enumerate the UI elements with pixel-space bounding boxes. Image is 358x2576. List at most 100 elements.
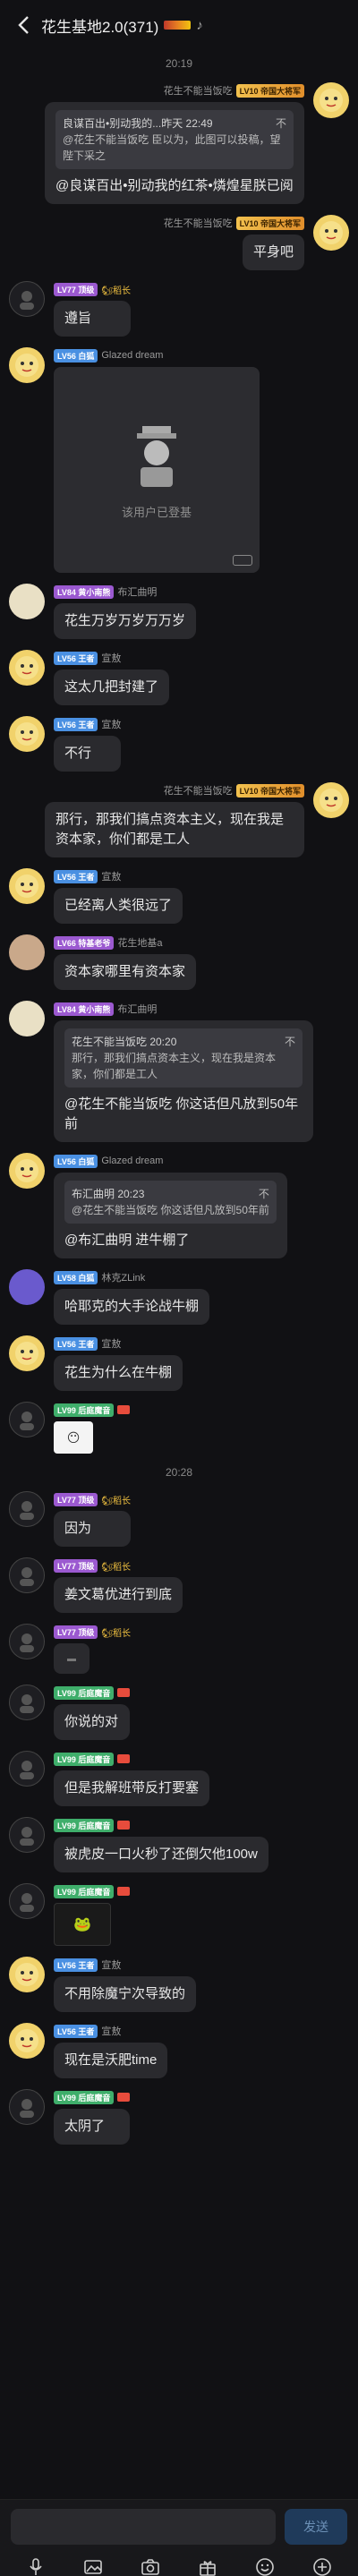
message-body: LV99 后庭魔音 😶 bbox=[54, 1402, 131, 1454]
avatar[interactable] bbox=[9, 1491, 45, 1527]
sender-name[interactable]: 宣敖 bbox=[101, 1336, 121, 1351]
message-body: LV84 黄小南熊 布汇曲明 花生不能当饭吃 20:20 不那行，那我们搞点资本主义，… bbox=[54, 1001, 313, 1142]
sender-name[interactable]: 花生不能当饭吃 bbox=[164, 783, 233, 798]
quoted-message[interactable]: 布汇曲明 20:23 不 @花生不能当饭吃 你这话但凡放到50年前 bbox=[64, 1181, 277, 1224]
message-bubble[interactable]: 不用除魔宁次导致的 bbox=[54, 1976, 197, 2012]
message-body: LV56 王者 宣敖 已经离人类很远了 bbox=[54, 868, 183, 924]
image-message[interactable]: 该用户已登基 bbox=[54, 367, 260, 573]
message-meta: LV99 后庭魔音 bbox=[54, 1751, 209, 1767]
message-bubble[interactable]: 哈耶克的大手论战牛棚 bbox=[54, 1289, 210, 1325]
avatar[interactable] bbox=[9, 934, 45, 970]
message-bubble[interactable]: 遵旨 bbox=[54, 301, 132, 337]
sender-name[interactable]: 宣敖 bbox=[101, 651, 121, 665]
chat-area[interactable]: 20:19 花生不能当饭吃 LV10 帝国大将军 良谋百出•别动我的...昨天 22:… bbox=[0, 50, 358, 2499]
chat-message: LV56 王者 宣敖 花生为什么在牛棚 bbox=[0, 1330, 358, 1396]
sticker-message[interactable]: 😶 bbox=[54, 1421, 93, 1454]
message-bubble[interactable]: 花生万岁万岁万万岁 bbox=[54, 603, 197, 639]
crown-icon bbox=[117, 1405, 131, 1414]
message-bubble[interactable]: 你说的对 bbox=[54, 1704, 131, 1740]
avatar[interactable] bbox=[9, 1883, 45, 1919]
avatar[interactable] bbox=[9, 1402, 45, 1437]
message-bubble[interactable]: 不行 bbox=[54, 736, 122, 772]
sender-name[interactable]: 宣敖 bbox=[101, 717, 121, 731]
message-meta: LV99 后庭魔音 bbox=[54, 1883, 131, 1899]
emoji-icon[interactable] bbox=[251, 2554, 278, 2576]
back-arrow-icon[interactable] bbox=[11, 13, 36, 38]
sender-name[interactable]: 花生不能当饭吃 bbox=[164, 83, 233, 98]
message-bubble[interactable]: 被虎皮一口火秒了还倒欠他100w bbox=[54, 1837, 268, 1872]
sender-name[interactable]: 花生地基a bbox=[117, 935, 162, 950]
header: 花生基地2.0(371) ♪ bbox=[0, 0, 358, 50]
send-button[interactable]: 发送 bbox=[285, 2509, 347, 2545]
message-bubble[interactable]: 资本家哪里有资本家 bbox=[54, 954, 197, 990]
avatar[interactable] bbox=[9, 716, 45, 752]
avatar[interactable] bbox=[9, 868, 45, 904]
quote-author: 布汇曲明 20:23 bbox=[72, 1188, 145, 1200]
message-bubble[interactable]: 已经离人类很远了 bbox=[54, 888, 183, 924]
avatar[interactable] bbox=[313, 215, 349, 251]
sender-name[interactable]: 花生不能当饭吃 bbox=[164, 216, 233, 230]
avatar[interactable] bbox=[9, 584, 45, 619]
avatar[interactable] bbox=[9, 1269, 45, 1305]
message-bubble[interactable]: 平身吧 bbox=[242, 235, 304, 270]
message-bubble[interactable]: 现在是沃肥time bbox=[54, 2043, 168, 2078]
message-bubble[interactable]: 但是我解班带反打要塞 bbox=[54, 1770, 210, 1806]
avatar[interactable] bbox=[9, 1957, 45, 1992]
quoted-message[interactable]: 良谋百出•别动我的...昨天 22:49 不 @花生不能当饭吃 臣以为，此图可以投稿… bbox=[55, 110, 294, 169]
avatar[interactable] bbox=[9, 2023, 45, 2059]
sender-name[interactable]: Glazed dream bbox=[101, 1156, 163, 1166]
message-bubble[interactable]: 姜文葛优进行到底 bbox=[54, 1577, 183, 1613]
message-meta: 花生不能当饭吃 LV10 帝国大将军 bbox=[164, 215, 304, 231]
camera-icon[interactable] bbox=[137, 2554, 164, 2576]
message-bubble[interactable]: 花生为什么在牛棚 bbox=[54, 1355, 183, 1391]
message-body: LV99 后庭魔音但是我解班带反打要塞 bbox=[54, 1751, 210, 1806]
crown-icon bbox=[117, 1688, 131, 1697]
quoted-message[interactable]: 花生不能当饭吃 20:20 不那行，那我们搞点资本主义，现在我是资本家，你们都是工… bbox=[64, 1028, 303, 1088]
sender-name[interactable]: 宣敖 bbox=[101, 869, 121, 883]
sender-name[interactable]: 布汇曲明 bbox=[117, 584, 157, 599]
avatar[interactable] bbox=[9, 650, 45, 686]
sender-name[interactable]: 林克ZLink bbox=[101, 1270, 145, 1284]
avatar[interactable] bbox=[9, 281, 45, 317]
message-bubble[interactable]: 这太几把封建了 bbox=[54, 670, 170, 705]
chat-message: LV84 黄小南熊 布汇曲明 花生不能当饭吃 20:20 不那行，那我们搞点资本主义，… bbox=[0, 995, 358, 1147]
avatar[interactable] bbox=[9, 1153, 45, 1189]
message-bubble[interactable]: ▬ bbox=[54, 1643, 90, 1674]
avatar[interactable] bbox=[9, 1001, 45, 1036]
avatar[interactable] bbox=[313, 82, 349, 118]
message-input[interactable] bbox=[11, 2509, 276, 2545]
sender-name[interactable]: 布汇曲明 bbox=[117, 1002, 157, 1016]
avatar[interactable] bbox=[9, 2089, 45, 2125]
avatar[interactable] bbox=[9, 1557, 45, 1593]
avatar[interactable] bbox=[9, 1751, 45, 1787]
avatar[interactable] bbox=[9, 347, 45, 383]
plus-icon[interactable] bbox=[309, 2554, 336, 2576]
sender-name[interactable]: 宣敖 bbox=[101, 2024, 121, 2038]
avatar[interactable] bbox=[313, 782, 349, 818]
message-body: LV56 白狐 Glazed dream 布汇曲明 20:23 不 @花生不能当饭吃 你… bbox=[54, 1153, 287, 1258]
level-badge: LV56 王者 bbox=[54, 651, 98, 665]
chat-message: LV58 白狐 林克ZLink 哈耶克的大手论战牛棚 bbox=[0, 1264, 358, 1330]
level-badge: LV77 顶级 bbox=[54, 1492, 98, 1506]
message-bubble[interactable]: 布汇曲明 20:23 不 @花生不能当饭吃 你这话但凡放到50年前 @布汇曲明 进牛棚… bbox=[54, 1173, 287, 1258]
avatar[interactable] bbox=[9, 1335, 45, 1371]
sender-name[interactable]: Glazed dream bbox=[101, 350, 163, 361]
avatar[interactable] bbox=[9, 1817, 45, 1853]
group-title: 🐿稻长 bbox=[101, 1628, 132, 1639]
gift-icon[interactable] bbox=[194, 2554, 221, 2576]
message-bubble[interactable]: 因为 bbox=[54, 1511, 132, 1547]
sticker-message[interactable]: 🐸 bbox=[54, 1903, 111, 1946]
message-bubble[interactable]: 那行，那我们搞点资本主义，现在我是资本家，你们都是工人 bbox=[45, 802, 304, 857]
avatar[interactable] bbox=[9, 1685, 45, 1720]
message-bubble[interactable]: 良谋百出•别动我的...昨天 22:49 不 @花生不能当饭吃 臣以为，此图可以投稿… bbox=[45, 102, 304, 204]
mic-icon[interactable] bbox=[22, 2554, 49, 2576]
sender-name[interactable]: 宣敖 bbox=[101, 1958, 121, 1972]
message-meta: LV99 后庭魔音 bbox=[54, 1685, 131, 1701]
chat-message: LV99 后庭魔音你说的对 bbox=[0, 1679, 358, 1745]
chat-message: LV99 后庭魔音 太阴了 bbox=[0, 2084, 358, 2150]
avatar[interactable] bbox=[9, 1624, 45, 1659]
chat-message: LV84 黄小南熊 布汇曲明 花生万岁万岁万万岁 bbox=[0, 578, 358, 644]
message-bubble[interactable]: 花生不能当饭吃 20:20 不那行，那我们搞点资本主义，现在我是资本家，你们都是工… bbox=[54, 1020, 313, 1142]
image-icon[interactable] bbox=[80, 2554, 107, 2576]
message-bubble[interactable]: 太阴了 bbox=[54, 2109, 131, 2145]
